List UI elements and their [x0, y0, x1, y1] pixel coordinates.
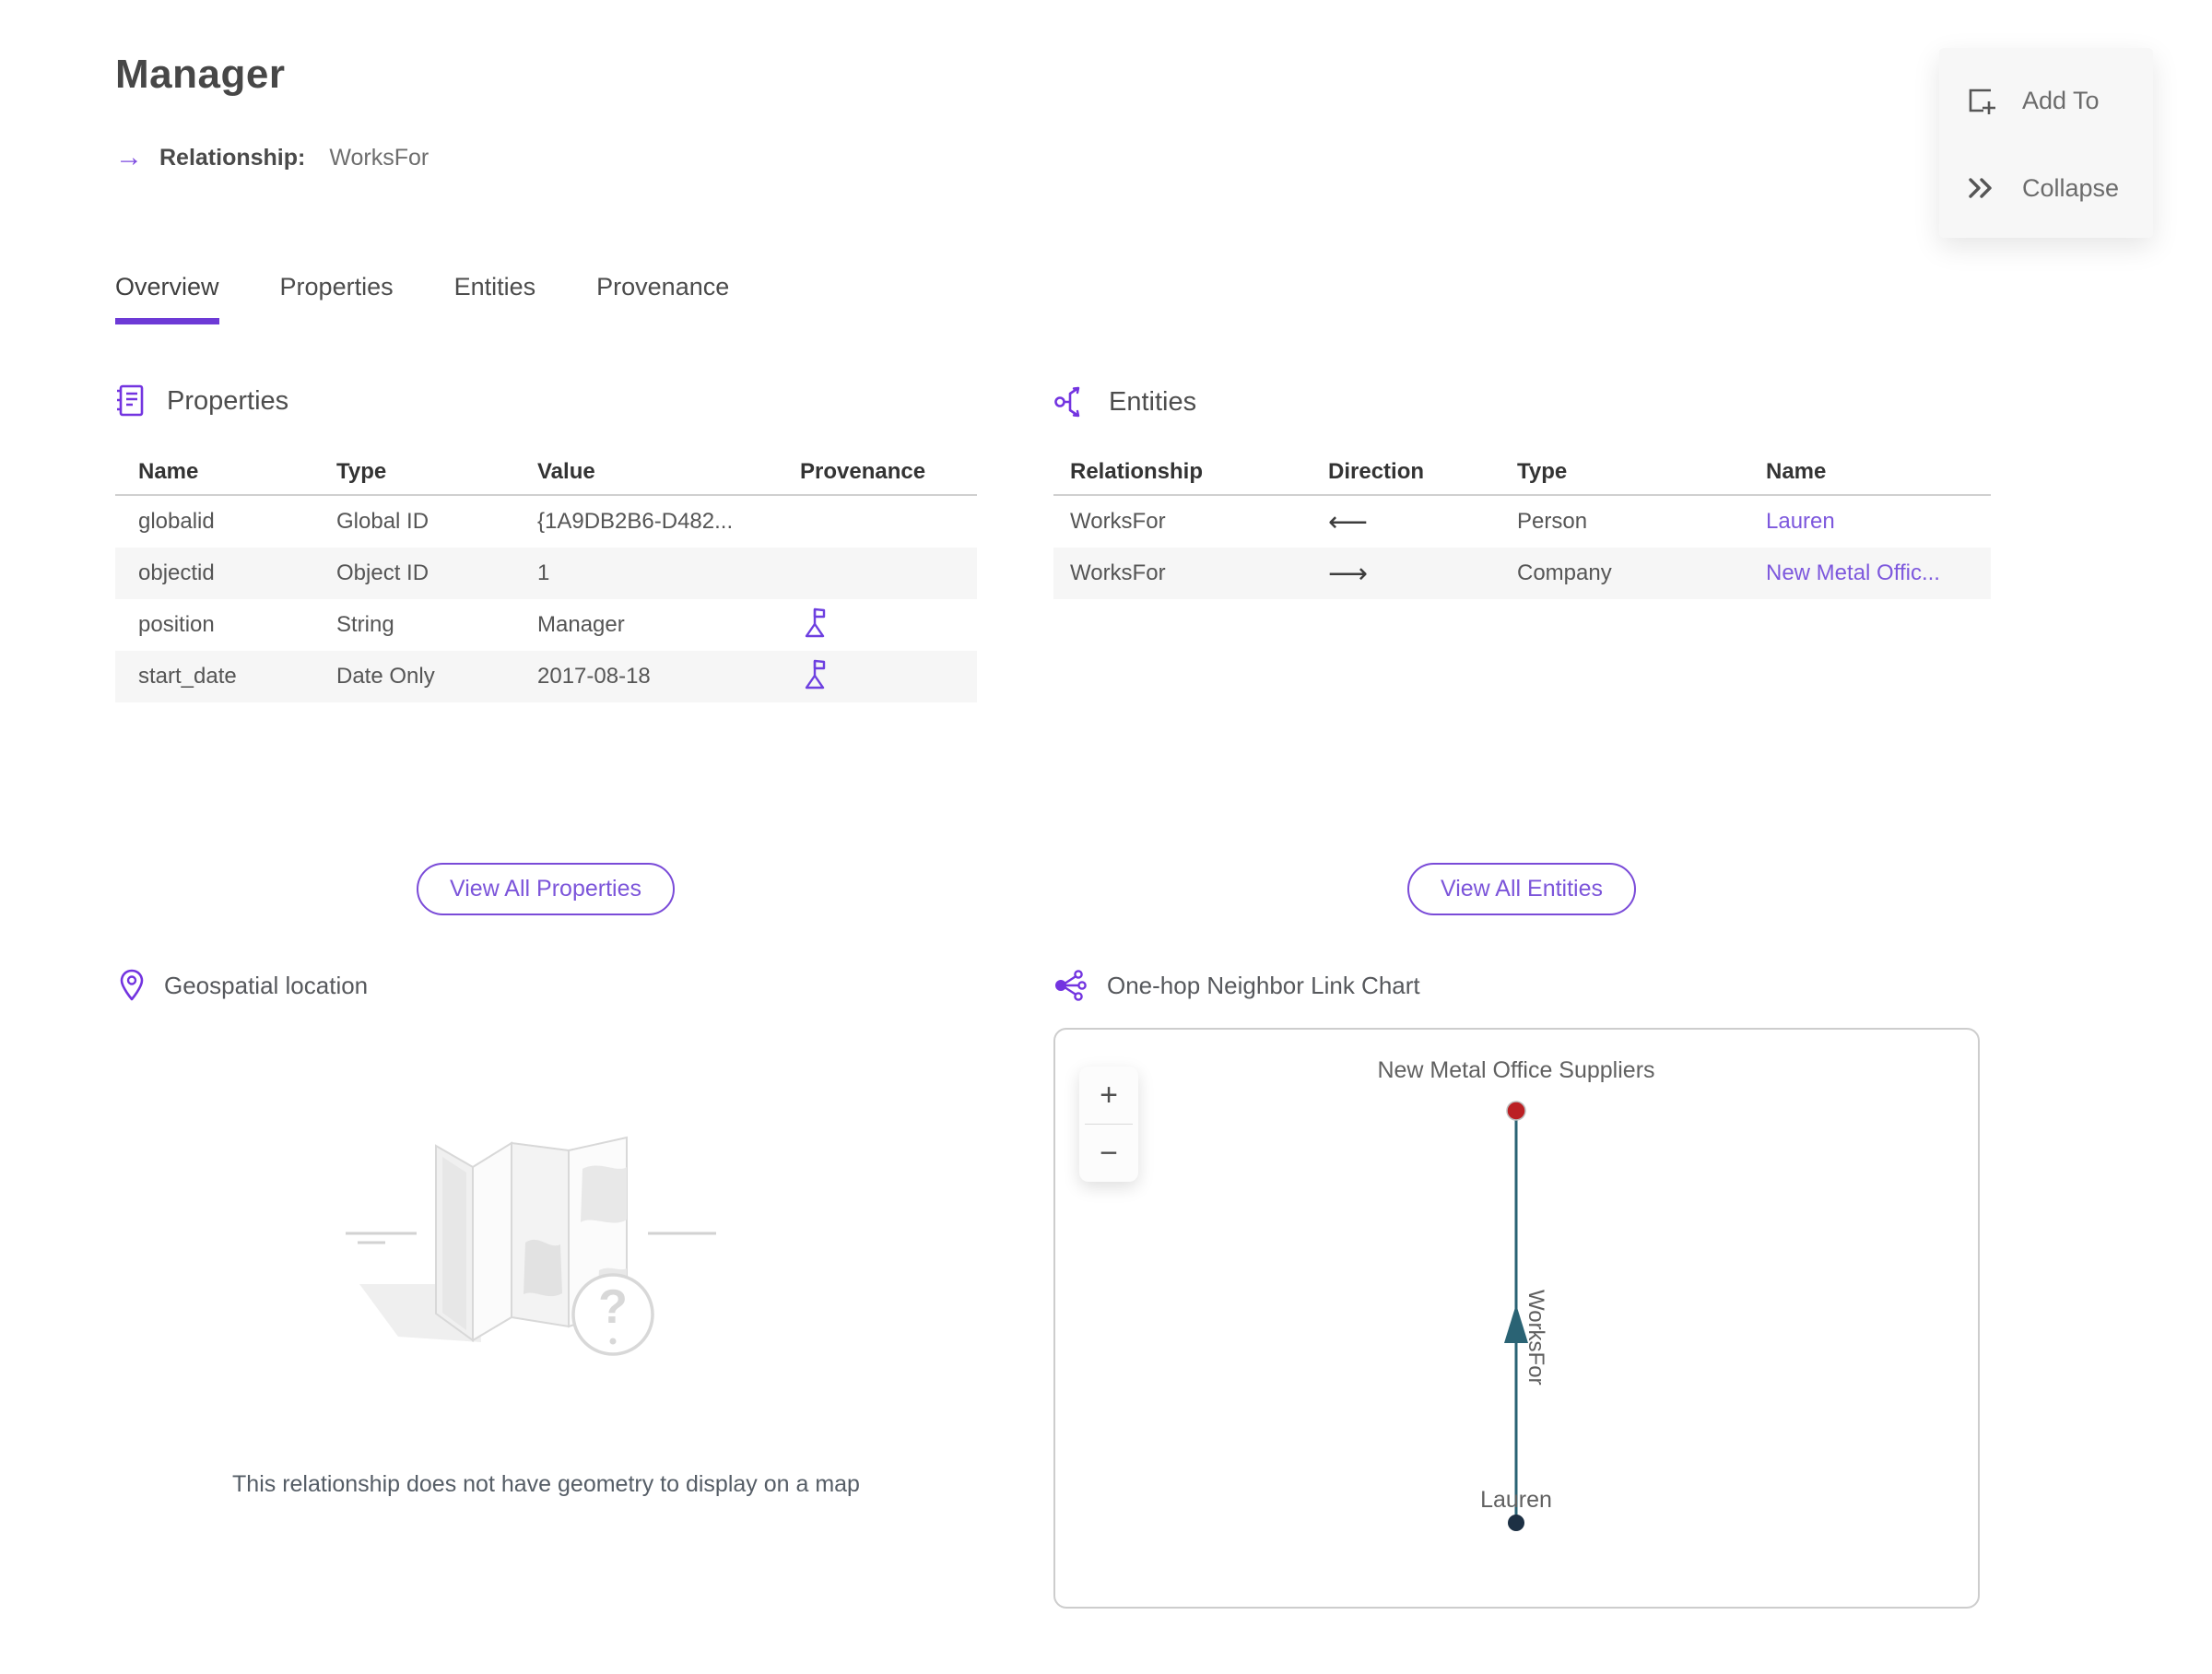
page-title: Manager: [115, 52, 286, 97]
zoom-in-button[interactable]: +: [1079, 1067, 1138, 1124]
map-pin-icon: [120, 969, 144, 1001]
properties-table-body: globalid Global ID {1A9DB2B6-D482... obj…: [115, 496, 977, 702]
prop-value: 1: [537, 560, 550, 585]
provenance-flag-icon[interactable]: [800, 657, 830, 690]
add-to-label: Add To: [2022, 86, 2100, 114]
zoom-out-button[interactable]: −: [1079, 1125, 1138, 1182]
prop-type: String: [336, 612, 394, 637]
entities-section-header: Entities: [1053, 383, 1196, 420]
relationship-arrow-icon: →: [115, 142, 143, 172]
direction-arrow-right: ⟶: [1328, 557, 1369, 590]
prop-type: Object ID: [336, 560, 429, 585]
action-panel: Add To Collapse: [1939, 48, 2153, 238]
map-placeholder-illustration: ?: [346, 1136, 716, 1356]
prop-name: start_date: [138, 664, 237, 689]
col-header: Direction: [1328, 459, 1425, 484]
zoom-control: + −: [1079, 1067, 1138, 1182]
view-all-properties-button[interactable]: View All Properties: [417, 863, 675, 915]
tab-overview[interactable]: Overview: [115, 273, 219, 324]
person-node-label: Lauren: [1480, 1487, 1552, 1513]
entity-name-link[interactable]: Lauren: [1766, 509, 2007, 535]
table-row: globalid Global ID {1A9DB2B6-D482...: [115, 496, 977, 548]
relationship-subtitle-label: Relationship:: [159, 144, 306, 171]
entity-relationship: WorksFor: [1070, 509, 1166, 534]
properties-section-title: Properties: [167, 385, 289, 416]
tab-provenance[interactable]: Provenance: [596, 273, 729, 324]
col-header: Name: [138, 459, 199, 484]
person-node[interactable]: [1508, 1515, 1524, 1531]
relationship-detail-page: Manager → Relationship: WorksFor Add To …: [0, 0, 2212, 1674]
chevrons-right-icon: [1969, 178, 1992, 198]
prop-name: position: [138, 612, 215, 637]
table-row: objectid Object ID 1: [115, 548, 977, 599]
prop-name: globalid: [138, 509, 215, 534]
col-header: Value: [537, 459, 595, 484]
geospatial-section-title: Geospatial location: [164, 971, 369, 999]
entity-relationship: WorksFor: [1070, 560, 1166, 585]
relationship-subtitle: → Relationship: WorksFor: [115, 144, 429, 171]
prop-value: 2017-08-18: [537, 664, 651, 689]
table-row: start_date Date Only 2017-08-18: [115, 651, 977, 702]
edge-label: WorksFor: [1524, 1290, 1548, 1385]
prop-type: Date Only: [336, 664, 435, 689]
add-to-icon: [1969, 88, 1995, 115]
company-node[interactable]: [1506, 1101, 1526, 1121]
entities-table: Relationship Direction Type Name WorksFo…: [1053, 450, 1991, 599]
col-header: Type: [336, 459, 387, 484]
prop-value: Manager: [537, 612, 625, 637]
col-header: Name: [1766, 459, 1827, 484]
col-header: Provenance: [800, 459, 926, 484]
prop-type: Global ID: [336, 509, 429, 534]
col-header: Relationship: [1070, 459, 1204, 484]
properties-icon: [117, 384, 144, 417]
table-row: position String Manager: [115, 599, 977, 651]
provenance-flag-icon[interactable]: [800, 606, 830, 639]
collapse-label: Collapse: [2022, 173, 2120, 202]
entities-section-title: Entities: [1109, 386, 1197, 417]
link-chart-section-title: One-hop Neighbor Link Chart: [1107, 971, 1420, 999]
link-chart-canvas[interactable]: WorksFor New Metal Office Suppliers Laur…: [1053, 1028, 1980, 1609]
link-chart-graph: WorksFor New Metal Office Suppliers Laur…: [1377, 1057, 1655, 1531]
properties-table-header: Name Type Value Provenance: [115, 450, 977, 496]
add-to-button[interactable]: Add To: [1939, 83, 2153, 118]
hub-network-icon: [1055, 970, 1087, 1001]
col-header: Type: [1517, 459, 1568, 484]
geospatial-empty-message: This relationship does not have geometry…: [232, 1471, 860, 1497]
tab-properties[interactable]: Properties: [280, 273, 394, 324]
entities-table-header: Relationship Direction Type Name: [1053, 450, 1991, 496]
entity-type: Company: [1517, 560, 1612, 585]
prop-provenance: [800, 606, 1000, 645]
prop-provenance: [800, 657, 1000, 697]
tab-entities[interactable]: Entities: [454, 273, 536, 324]
company-node-label: New Metal Office Suppliers: [1377, 1057, 1654, 1083]
entities-table-body: WorksFor ⟵ Person Lauren WorksFor ⟶ Comp…: [1053, 496, 1991, 599]
geospatial-section-header: Geospatial location: [118, 968, 368, 1003]
prop-value: {1A9DB2B6-D482...: [537, 509, 734, 534]
properties-section-header: Properties: [115, 383, 288, 418]
link-chart-section-header: One-hop Neighbor Link Chart: [1053, 968, 1420, 1003]
prop-name: objectid: [138, 560, 215, 585]
direction-arrow-left: ⟵: [1328, 505, 1369, 538]
table-row: WorksFor ⟵ Person Lauren: [1053, 496, 1991, 548]
svg-text:?: ?: [598, 1280, 628, 1334]
entities-link-icon: [1054, 386, 1080, 418]
collapse-button[interactable]: Collapse: [1939, 174, 2153, 203]
properties-table: Name Type Value Provenance globalid Glob…: [115, 450, 977, 702]
tab-bar: Overview Properties Entities Provenance: [115, 273, 729, 324]
view-all-entities-button[interactable]: View All Entities: [1406, 863, 1637, 915]
table-row: WorksFor ⟶ Company New Metal Offic...: [1053, 548, 1991, 599]
relationship-subtitle-value: WorksFor: [329, 144, 429, 171]
entity-type: Person: [1517, 509, 1588, 534]
entity-name-link[interactable]: New Metal Offic...: [1766, 560, 2007, 586]
